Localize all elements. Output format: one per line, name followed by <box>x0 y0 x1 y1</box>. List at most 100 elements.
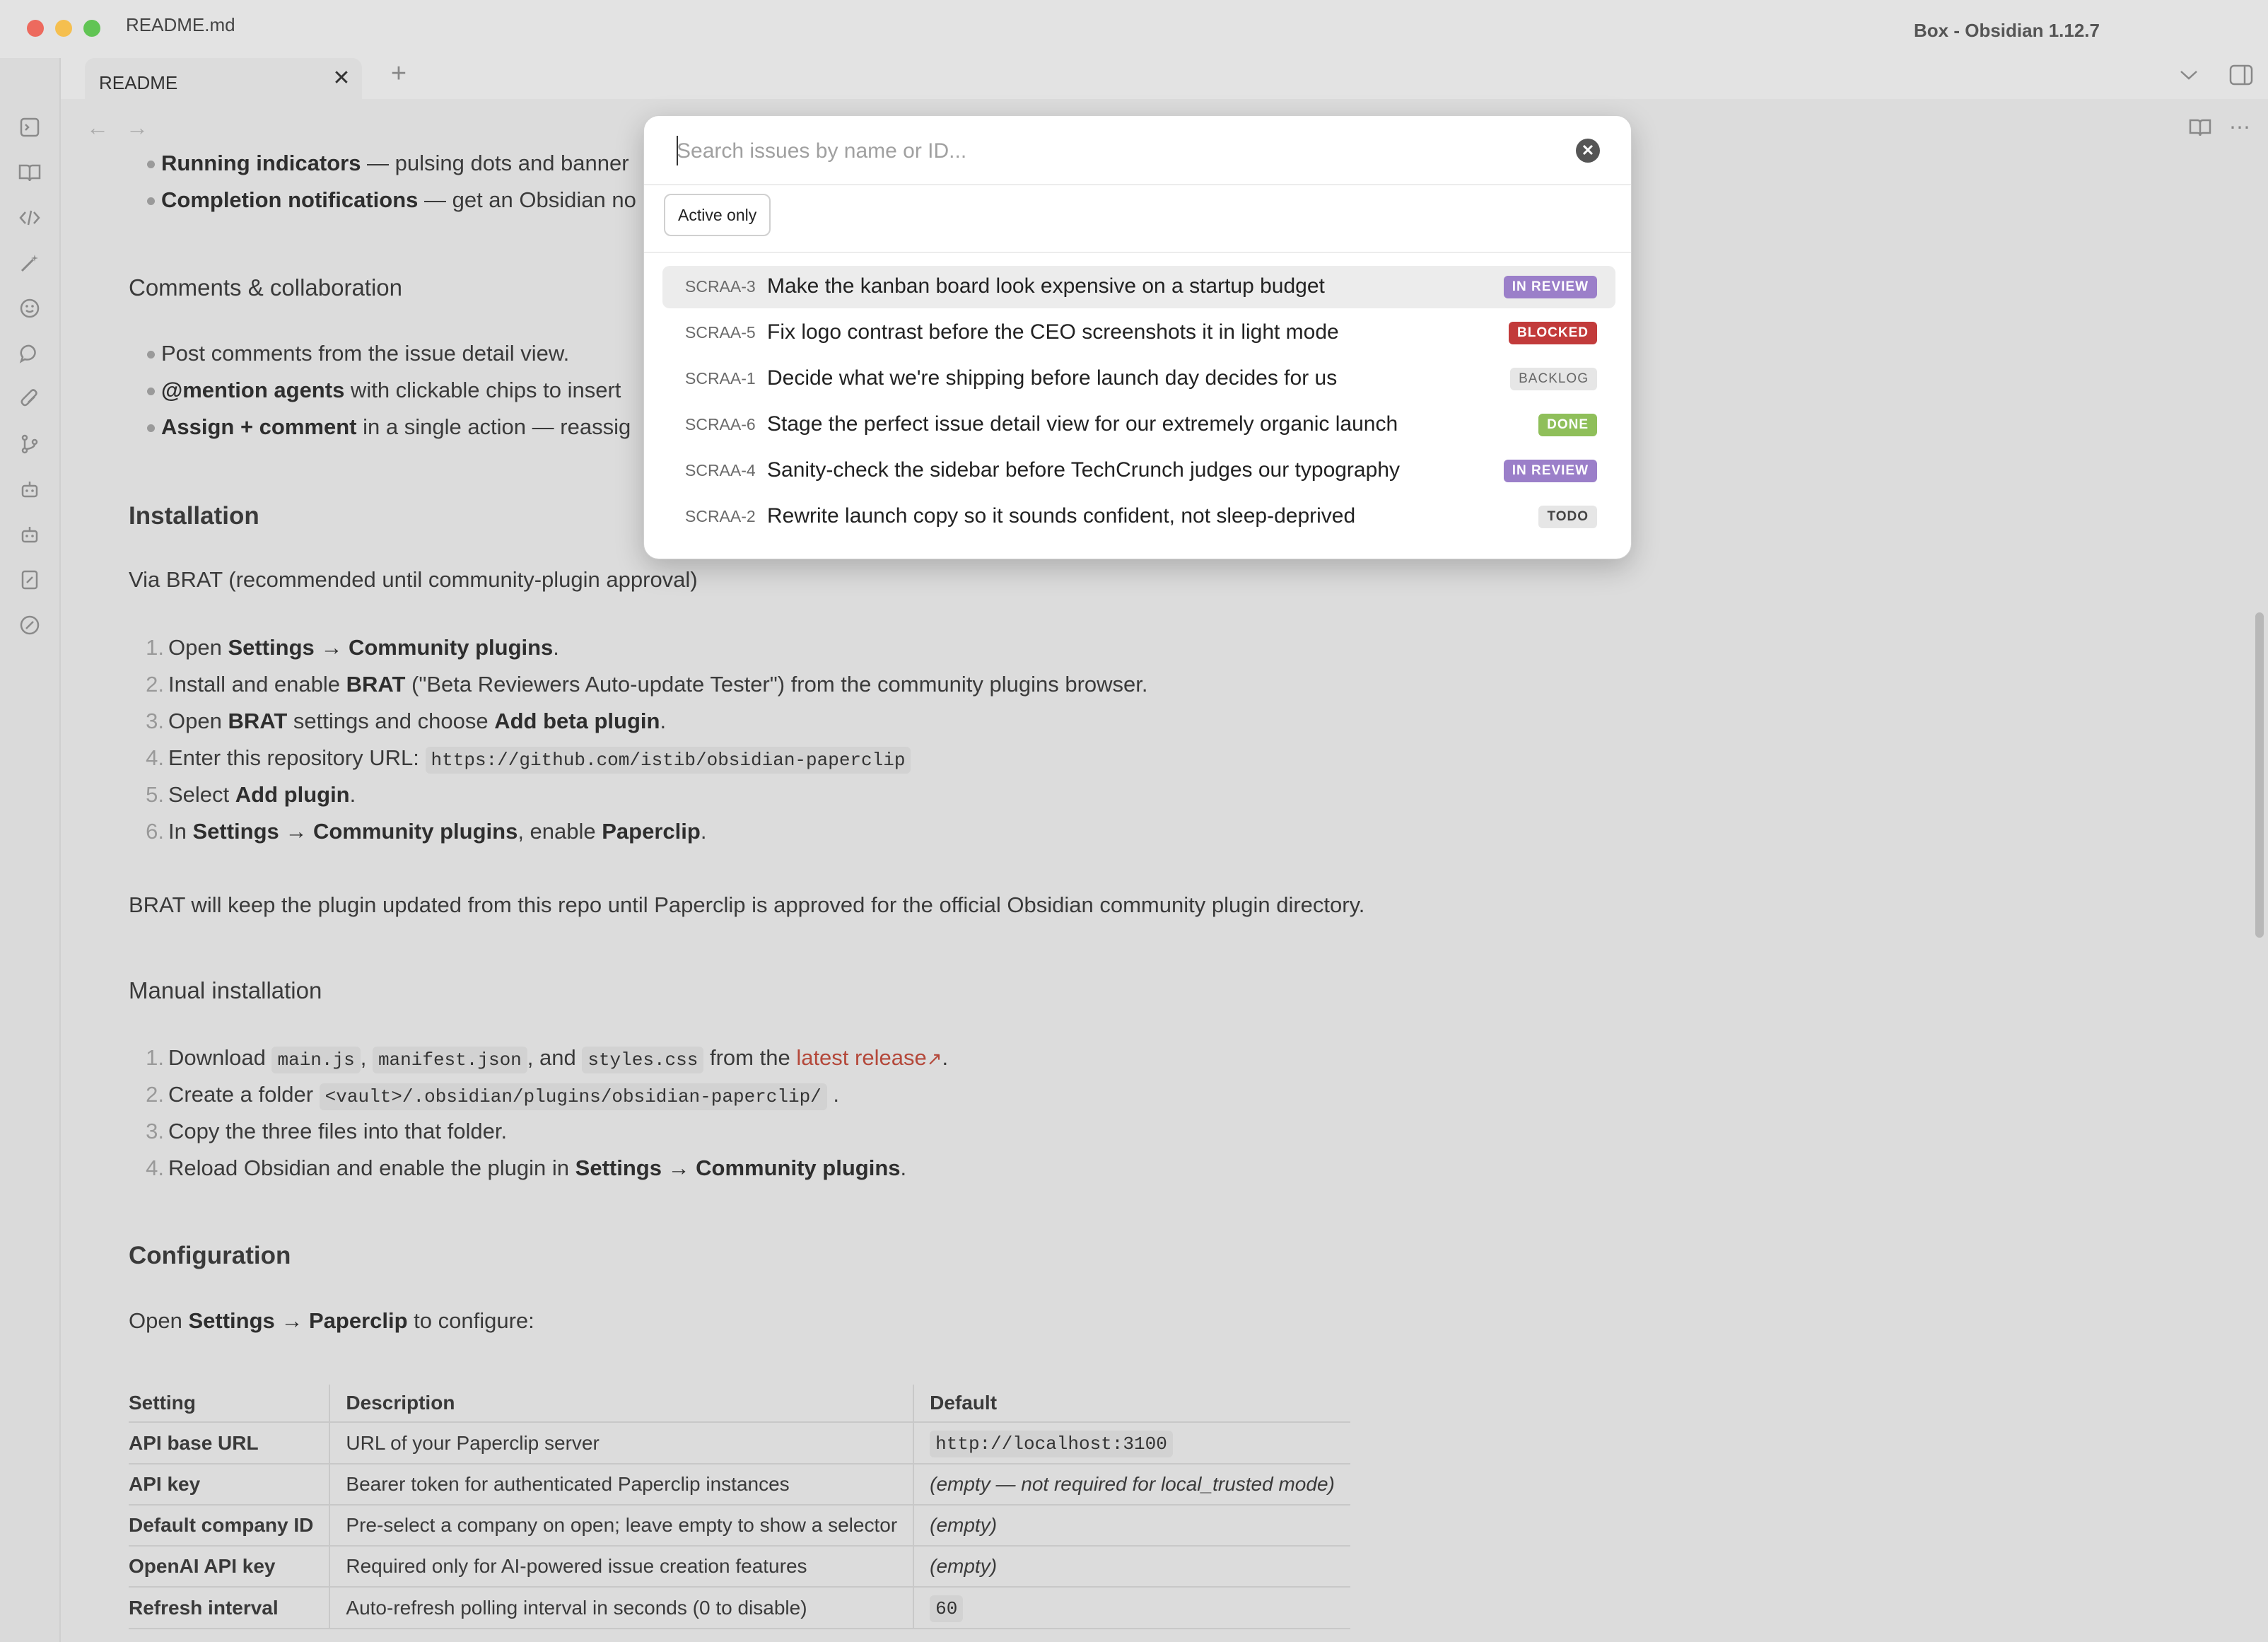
forward-arrow-icon[interactable]: → <box>123 113 151 141</box>
issue-id: SCRAA-3 <box>685 277 756 296</box>
tab-readme[interactable]: README ✕ <box>85 58 362 99</box>
smiley-icon[interactable] <box>17 296 42 321</box>
status-badge: IN REVIEW <box>1503 460 1597 482</box>
issue-title: Decide what we're shipping before launch… <box>767 366 1338 390</box>
table-row: Refresh interval Auto-refresh polling in… <box>129 1587 1350 1629</box>
right-sidebar-toggle-icon[interactable] <box>2227 61 2255 89</box>
issue-item[interactable]: SCRAA-5 Fix logo contrast before the CEO… <box>662 312 1615 354</box>
gauge-icon[interactable] <box>17 612 42 638</box>
close-window-button[interactable] <box>27 20 44 37</box>
git-branch-icon[interactable] <box>17 431 42 457</box>
table-row: Default company ID Pre-select a company … <box>129 1505 1350 1547</box>
table-cell: URL of your Paperclip server <box>329 1422 914 1465</box>
list-item: 3. Open BRAT settings and choose Add beta… <box>146 709 667 733</box>
table-header: Description <box>329 1385 914 1423</box>
subheading-brat: Via BRAT (recommended until community-pl… <box>129 567 698 592</box>
issue-title: Fix logo contrast before the CEO screens… <box>767 320 1339 344</box>
status-badge: IN REVIEW <box>1503 276 1597 298</box>
table-cell: http://localhost:3100 <box>913 1422 1350 1465</box>
issue-item[interactable]: SCRAA-6 Stage the perfect issue detail v… <box>662 404 1615 446</box>
minimize-window-button[interactable] <box>55 20 72 37</box>
list-item: 2. Create a folder <vault>/.obsidian/plug… <box>122 1082 839 1110</box>
text-caret <box>677 136 678 165</box>
status-badge: DONE <box>1538 414 1597 436</box>
filter-row: Active only <box>644 184 1631 253</box>
chevron-down-icon[interactable] <box>2175 61 2203 89</box>
status-badge: TODO <box>1538 506 1597 528</box>
issue-id: SCRAA-5 <box>685 323 756 342</box>
table-cell: (empty) <box>913 1546 1350 1588</box>
more-options-icon[interactable]: ⋯ <box>2226 113 2254 141</box>
external-link-icon: ↗ <box>926 1048 942 1069</box>
list-item: 2. Install and enable BRAT ("Beta Reviewe… <box>146 672 1148 697</box>
doc-paragraph: BRAT will keep the plugin updated from t… <box>129 892 1365 917</box>
list-item: 1. Download main.js, manifest.json, and s… <box>122 1045 948 1073</box>
doc-line: @mention agents with clickable chips to … <box>161 378 621 402</box>
app-title: Box - Obsidian 1.12.7 <box>1914 20 2100 41</box>
clear-search-icon[interactable]: ✕ <box>1576 139 1600 163</box>
table-cell: Refresh interval <box>129 1587 330 1629</box>
table-cell: OpenAI API key <box>129 1546 330 1588</box>
tab-label: README <box>99 72 178 93</box>
doc-line: Running indicators — pulsing dots and ba… <box>161 151 629 175</box>
file-export-icon[interactable] <box>17 567 42 593</box>
tab-bar: README ✕ + <box>59 50 2268 99</box>
magic-wand-icon[interactable] <box>17 250 42 276</box>
doc-line: Completion notifications — get an Obsidi… <box>161 187 636 212</box>
heading-comments: Comments & collaboration <box>129 274 403 301</box>
doc-paragraph: Open Settings → Paperclip to configure: <box>129 1308 534 1333</box>
zoom-window-button[interactable] <box>83 20 100 37</box>
table-cell: API key <box>129 1464 330 1506</box>
table-cell: Auto-refresh polling interval in seconds… <box>329 1587 914 1629</box>
heading-manual-installation: Manual installation <box>129 977 322 1003</box>
issue-id: SCRAA-2 <box>685 507 756 525</box>
comment-icon[interactable] <box>17 341 42 366</box>
paperclip-icon[interactable] <box>17 386 42 412</box>
heading-configuration: Configuration <box>129 1242 291 1269</box>
file-title: README.md <box>126 14 235 35</box>
list-item: 6. In Settings → Community plugins, enabl… <box>146 819 707 844</box>
issue-item[interactable]: SCRAA-3 Make the kanban board look expen… <box>662 266 1615 308</box>
list-item: 4. Enter this repository URL: https://git… <box>122 745 911 774</box>
list-item: 5. Select Add plugin. <box>146 782 356 807</box>
latest-release-link[interactable]: latest release <box>796 1045 926 1070</box>
search-input[interactable] <box>675 132 1512 171</box>
table-cell: Default company ID <box>129 1505 330 1547</box>
list-item: 4. Reload Obsidian and enable the plugin … <box>146 1155 907 1180</box>
table-cell: Bearer token for authenticated Paperclip… <box>329 1464 914 1506</box>
table-cell: (empty) <box>913 1505 1350 1547</box>
issue-title: Make the kanban board look expensive on … <box>767 274 1325 298</box>
left-ribbon <box>0 58 61 1642</box>
bot-icon[interactable] <box>17 477 42 502</box>
close-tab-icon[interactable]: ✕ <box>331 68 352 89</box>
list-item: 3. Copy the three files into that folder. <box>146 1119 508 1143</box>
bullet <box>147 161 155 168</box>
repo-url-code: https://github.com/istib/obsidian-paperc… <box>425 747 911 774</box>
issue-title: Sanity-check the sidebar before TechCrun… <box>767 458 1400 482</box>
table-header: Setting <box>129 1385 330 1423</box>
bullet <box>147 351 155 359</box>
issue-item[interactable]: SCRAA-1 Decide what we're shipping befor… <box>662 358 1615 400</box>
table-header: Default <box>913 1385 1350 1423</box>
table-cell: Required only for AI-powered issue creat… <box>329 1546 914 1588</box>
status-badge: BLOCKED <box>1509 322 1597 344</box>
issue-id: SCRAA-6 <box>685 415 756 433</box>
table-cell: (empty — not required for local_trusted … <box>913 1464 1350 1506</box>
code-icon[interactable] <box>17 205 42 231</box>
table-row: API key Bearer token for authenticated P… <box>129 1464 1350 1506</box>
reading-view-icon[interactable] <box>2186 113 2214 141</box>
issue-item[interactable]: SCRAA-2 Rewrite launch copy so it sounds… <box>662 496 1615 538</box>
table-header-row: Setting Description Default <box>129 1385 1350 1423</box>
table-cell: API base URL <box>129 1422 330 1465</box>
book-open-icon[interactable] <box>17 160 42 185</box>
issue-item[interactable]: SCRAA-4 Sanity-check the sidebar before … <box>662 450 1615 492</box>
heading-installation: Installation <box>129 502 259 530</box>
scrollbar[interactable] <box>2255 612 2264 938</box>
back-arrow-icon[interactable]: ← <box>83 113 112 141</box>
issue-id: SCRAA-4 <box>685 461 756 479</box>
new-tab-icon[interactable]: + <box>385 59 413 88</box>
bot-icon[interactable] <box>17 522 42 547</box>
terminal-icon[interactable] <box>17 115 42 140</box>
active-only-toggle[interactable]: Active only <box>664 194 771 236</box>
issue-search-modal: ✕ Active only SCRAA-3 Make the kanban bo… <box>643 115 1632 559</box>
